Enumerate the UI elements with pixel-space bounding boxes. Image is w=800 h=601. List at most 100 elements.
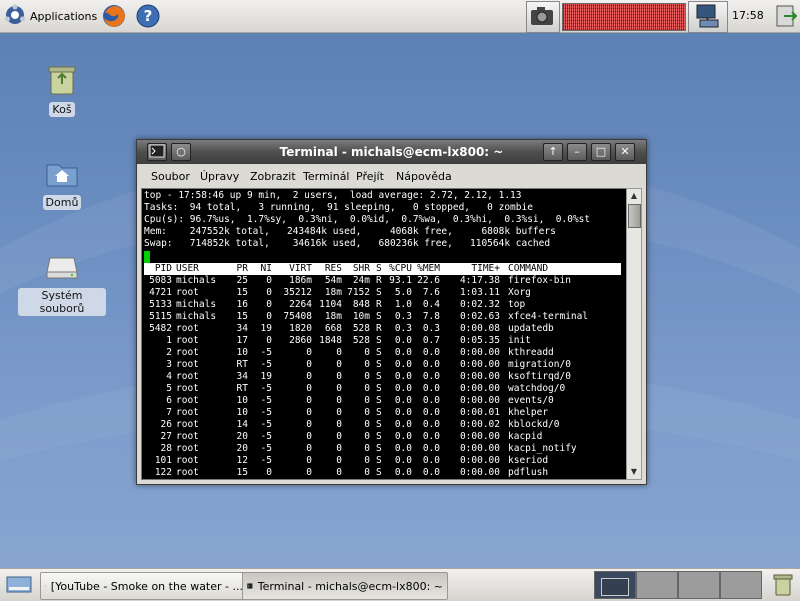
applications-icon: [4, 4, 26, 29]
process-shr: 7152: [347, 287, 370, 298]
process-command: kseriod: [508, 455, 549, 466]
menu-prejit[interactable]: Přejít: [356, 170, 384, 183]
process-res: 0: [336, 443, 342, 454]
process-pr: 20: [236, 431, 248, 442]
window-shade-button[interactable]: ↑: [543, 143, 563, 161]
process-command: Xorg: [508, 287, 531, 298]
process-cpu: 0.0: [394, 431, 412, 442]
menu-soubor[interactable]: Soubor: [151, 170, 190, 183]
workspace-2[interactable]: [636, 571, 678, 599]
process-mem: 7.6: [422, 287, 440, 298]
workspace-1[interactable]: [594, 571, 636, 599]
terminal-scrollbar[interactable]: ▲ ▼: [626, 188, 642, 480]
process-user: michals: [176, 275, 217, 286]
terminal-window: ○ Terminal - michals@ecm-lx800: ~ ↑ – □ …: [136, 139, 647, 485]
scroll-up-arrow-icon[interactable]: ▲: [627, 189, 641, 203]
screenshot-camera-icon: [531, 7, 553, 25]
firefox-icon[interactable]: [102, 4, 126, 28]
process-virt: 0: [306, 455, 312, 466]
process-virt: 0: [306, 419, 312, 430]
process-res: 0: [336, 419, 342, 430]
process-pid: 1: [166, 335, 172, 346]
trash-applet[interactable]: [772, 573, 794, 600]
process-pr: 25: [236, 275, 248, 286]
clock[interactable]: 17:58: [732, 9, 764, 22]
menu-napoveda[interactable]: Nápověda: [396, 170, 452, 183]
taskbar-item-label: [YouTube - Smoke on the water - ...: [50, 579, 243, 593]
menu-zobrazit[interactable]: Zobrazit: [250, 170, 296, 183]
column-header-virt: VIRT: [289, 263, 312, 274]
menu-terminal[interactable]: Terminál: [303, 170, 350, 183]
process-mem: 22.6: [417, 275, 440, 286]
show-desktop-button[interactable]: [6, 575, 32, 598]
workspace-3[interactable]: [678, 571, 720, 599]
help-icon[interactable]: ?: [136, 4, 160, 28]
mem-summary-line: Mem: 247552k total, 243484k used, 4068k …: [144, 226, 556, 237]
process-time: 0:00.00: [459, 383, 500, 394]
process-user: root: [176, 371, 199, 382]
process-virt: 186m: [289, 275, 312, 286]
desktop-icon-home[interactable]: Domů: [40, 155, 84, 210]
process-state: R: [376, 323, 382, 334]
process-command: kacpid: [508, 431, 543, 442]
window-minimize-button[interactable]: –: [567, 143, 587, 161]
process-ni: 0: [266, 287, 272, 298]
process-shr: 10m: [352, 311, 370, 322]
taskbar-item-terminal[interactable]: Terminal - michals@ecm-lx800: ~: [242, 572, 448, 600]
process-pid: 5: [166, 383, 172, 394]
process-ni: -5: [260, 443, 272, 454]
screenshot-camera-button[interactable]: [526, 1, 560, 33]
logout-button[interactable]: [774, 2, 798, 30]
process-mem: 0.3: [422, 323, 440, 334]
process-row: 3 root RT -5 0 0 0 S 0.0 0.0 0:00.00 migration/0: [144, 359, 621, 371]
column-header-pid: PID: [154, 263, 172, 274]
process-virt: 75408: [283, 311, 312, 322]
process-cpu: 0.0: [394, 407, 412, 418]
scrollbar-thumb[interactable]: [628, 204, 641, 228]
process-virt: 0: [306, 347, 312, 358]
filesystem-drive-icon: [44, 248, 80, 284]
menu-upravy[interactable]: Úpravy: [200, 170, 239, 183]
process-pid: 7: [166, 407, 172, 418]
cpu-summary-line: Cpu(s): 96.7%us, 1.7%sy, 0.3%ni, 0.0%id,…: [144, 214, 591, 225]
process-shr: 0: [364, 467, 370, 478]
column-header-state: S: [376, 263, 382, 274]
process-shr: 0: [364, 455, 370, 466]
applications-menu-button[interactable]: Applications: [4, 4, 97, 28]
process-user: root: [176, 359, 199, 370]
scroll-down-arrow-icon[interactable]: ▼: [627, 465, 641, 479]
process-time: 4:17.38: [459, 275, 500, 286]
process-ni: 0: [266, 275, 272, 286]
process-pr: 17: [236, 335, 248, 346]
workspace-4[interactable]: [720, 571, 762, 599]
process-mem: 0.4: [422, 299, 440, 310]
process-pr: RT: [236, 359, 248, 370]
window-maximize-button[interactable]: □: [591, 143, 611, 161]
window-titlebar[interactable]: ○ Terminal - michals@ecm-lx800: ~ ↑ – □ …: [137, 140, 646, 164]
process-row: 122 root 15 0 0 0 0 S 0.0 0.0 0:00.00 pdflush: [144, 467, 621, 479]
top-panel: Applications ? 17:58: [0, 0, 800, 33]
desktop-icon-trash[interactable]: Koš: [40, 62, 84, 117]
window-close-button[interactable]: ✕: [615, 143, 635, 161]
process-state: R: [376, 299, 382, 310]
terminal-icon: [247, 583, 253, 589]
process-time: 0:00.08: [459, 323, 500, 334]
maximize-icon: □: [595, 145, 607, 158]
process-pid: 27: [160, 431, 172, 442]
process-state: S: [376, 395, 382, 406]
network-button[interactable]: [688, 1, 728, 33]
process-ni: -5: [260, 419, 272, 430]
process-cpu: 0.0: [394, 467, 412, 478]
process-time: 0:00.00: [459, 347, 500, 358]
process-row: 4 root 34 19 0 0 0 S 0.0 0.0 0:00.00 ksoftirqd/0: [144, 371, 621, 383]
terminal-output[interactable]: top - 17:58:46 up 9 min, 2 users, load a…: [141, 188, 628, 480]
process-user: michals: [176, 311, 217, 322]
desktop-icon-filesystem[interactable]: Systém souborů: [18, 248, 106, 316]
taskbar-item-firefox[interactable]: [YouTube - Smoke on the water - ...: [40, 572, 248, 600]
process-pr: 10: [236, 395, 248, 406]
process-virt: 1820: [289, 323, 312, 334]
process-shr: 0: [364, 443, 370, 454]
column-header-cpu: %CPU: [389, 263, 412, 274]
process-mem: 0.0: [422, 383, 440, 394]
desktop-icon-label: Domů: [42, 195, 82, 210]
